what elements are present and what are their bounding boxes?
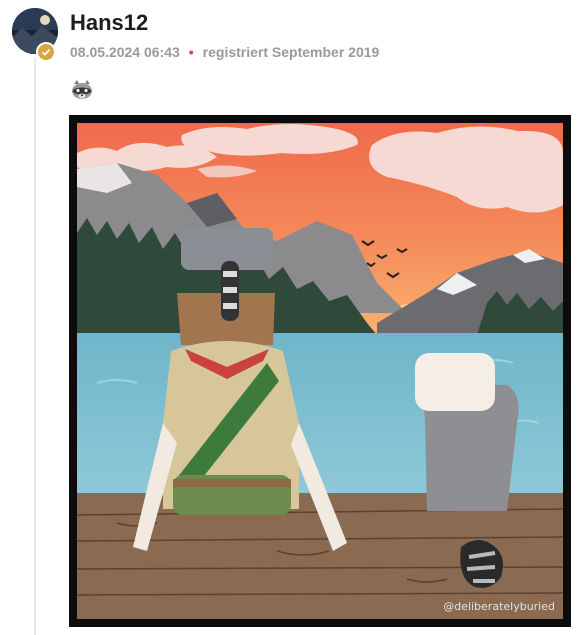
raccoon-icon [70, 80, 94, 100]
post-image[interactable]: @deliberatelyburied [69, 115, 571, 627]
verified-badge-icon [36, 42, 56, 62]
image-watermark: @deliberatelyburied [443, 600, 555, 613]
meta-separator-dot: • [188, 44, 194, 60]
post-timestamp[interactable]: 08.05.2024 06:43 [70, 44, 180, 60]
post-meta: 08.05.2024 06:43 • registriert September… [70, 44, 379, 60]
registration-info: registriert September 2019 [202, 44, 380, 60]
thread-line [34, 58, 36, 635]
username-link[interactable]: Hans12 [70, 10, 148, 36]
